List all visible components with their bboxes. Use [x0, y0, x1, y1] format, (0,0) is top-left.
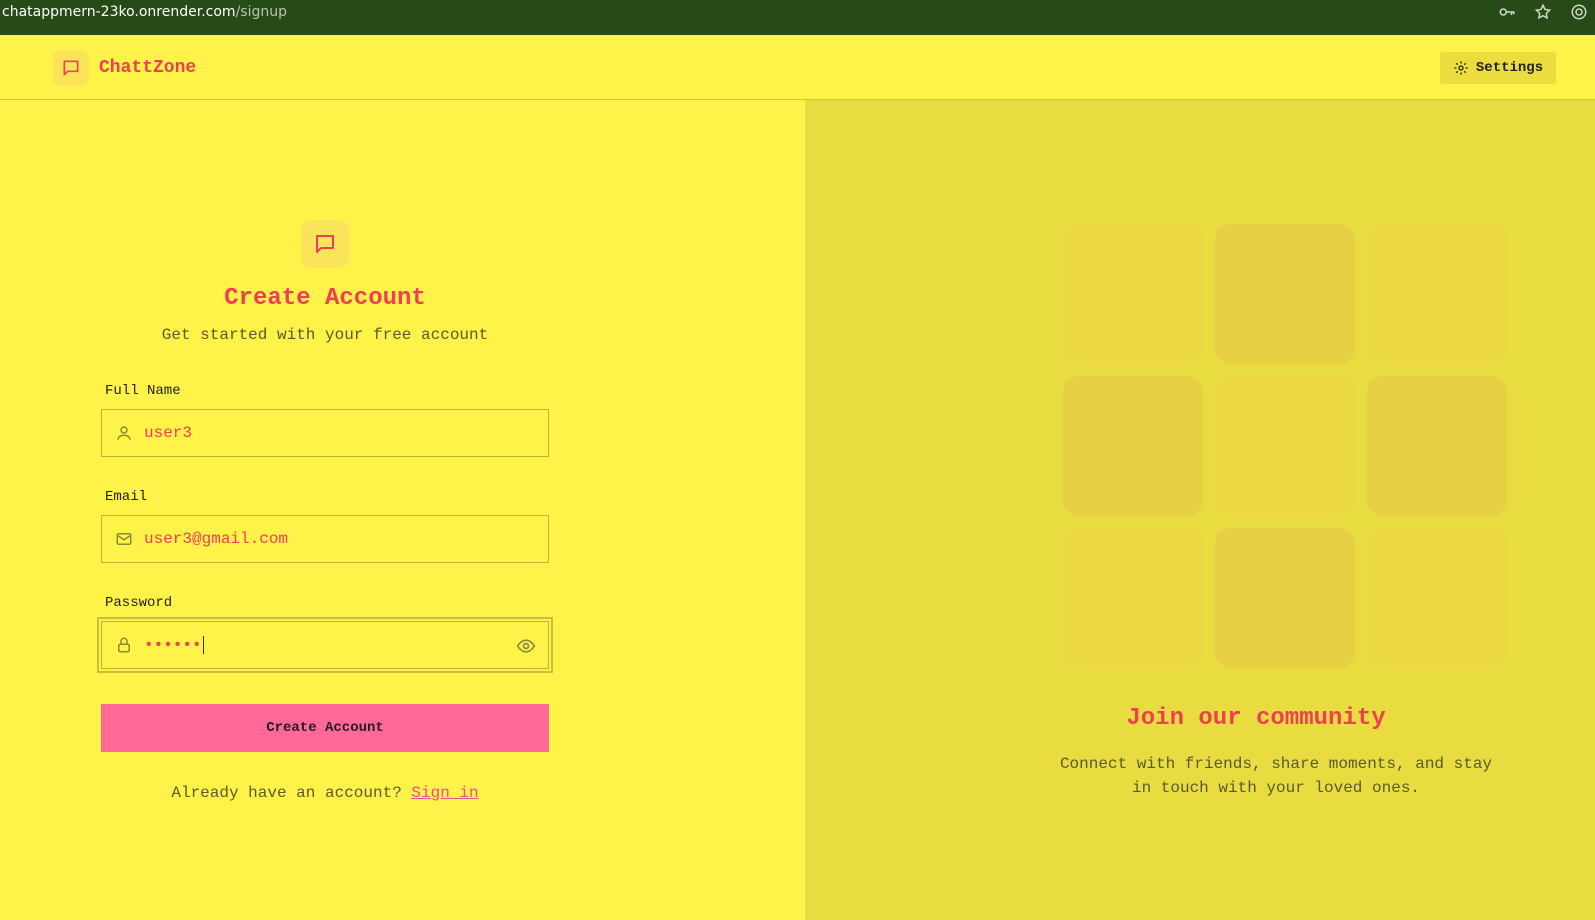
signin-prompt-text: Already have an account?	[171, 784, 402, 802]
url-text[interactable]: chatappmern-23ko.onrender.com/signup	[2, 4, 287, 20]
page-subtitle: Get started with your free account	[161, 326, 489, 344]
pattern-tile	[1367, 224, 1507, 364]
community-description: Connect with friends, share moments, and…	[1051, 752, 1501, 800]
community-line-1: Connect with friends, share moments, and…	[1059, 755, 1493, 773]
bookmark-star-icon[interactable]	[1533, 2, 1553, 22]
browser-address-bar[interactable]: chatappmern-23ko.onrender.com/signup	[0, 0, 1595, 35]
top-navbar: ChattZone Settings	[0, 35, 1595, 100]
full-name-label: Full Name	[105, 383, 181, 399]
pattern-tile	[1367, 528, 1507, 668]
message-square-icon	[301, 220, 349, 268]
pattern-tile	[1367, 376, 1507, 516]
signin-prompt: Already have an account? Sign in	[0, 784, 650, 802]
message-square-icon	[53, 50, 89, 86]
gear-icon	[1454, 61, 1468, 75]
url-path: /signup	[235, 3, 287, 20]
community-line-2: in touch with your loved ones.	[1131, 779, 1421, 797]
password-label: Password	[105, 595, 173, 611]
full-name-value: user3	[144, 424, 193, 442]
pattern-tile	[1063, 528, 1203, 668]
community-panel: Join our community Connect with friends,…	[805, 100, 1595, 920]
pattern-tile	[1063, 224, 1203, 364]
email-label: Email	[105, 489, 148, 505]
password-value: ••••••	[144, 635, 204, 655]
password-key-icon[interactable]	[1497, 2, 1517, 22]
email-field[interactable]: user3@gmail.com	[101, 515, 549, 563]
email-value: user3@gmail.com	[144, 530, 289, 548]
brand-link[interactable]: ChattZone	[53, 50, 196, 86]
password-field[interactable]: ••••••	[97, 617, 553, 673]
pattern-tile	[1215, 528, 1355, 668]
settings-label: Settings	[1475, 60, 1544, 76]
settings-button[interactable]: Settings	[1440, 52, 1556, 84]
pattern-tile	[1063, 376, 1203, 516]
lock-icon	[104, 635, 144, 655]
community-title: Join our community	[1126, 705, 1386, 732]
user-icon	[104, 424, 144, 442]
pattern-tile	[1215, 376, 1355, 516]
full-name-field[interactable]: user3	[101, 409, 549, 457]
pattern-tile	[1215, 224, 1355, 364]
create-account-button[interactable]: Create Account	[101, 704, 549, 752]
signup-panel: Create Account Get started with your fre…	[0, 100, 805, 920]
url-host: chatappmern-23ko.onrender.com	[2, 3, 236, 20]
signin-link[interactable]: Sign in	[411, 784, 478, 802]
page-title: Create Account	[224, 285, 426, 312]
brand-name: ChattZone	[99, 58, 197, 78]
mail-icon	[104, 530, 144, 548]
eye-icon[interactable]	[516, 636, 536, 661]
extension-icon[interactable]	[1569, 2, 1589, 22]
